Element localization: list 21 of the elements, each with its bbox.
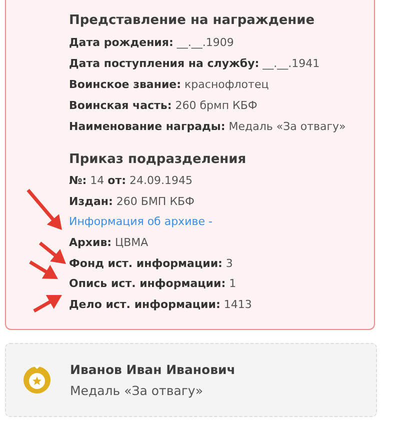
info-line: Воинское звание: краснофлотец <box>69 77 270 93</box>
section-heading: Представление на награждение <box>69 12 316 30</box>
annotation-arrow <box>38 242 66 264</box>
info-line: Издан: 260 БМП КБФ <box>69 194 196 210</box>
annotation-arrow <box>33 295 62 313</box>
annotation-arrow <box>29 260 58 279</box>
award-name: Медаль «За отвагу» <box>70 383 204 398</box>
archive-info-link[interactable]: Информация об архиве - <box>69 215 212 228</box>
info-line: Фонд ист. информации: 3 <box>69 256 234 272</box>
info-line: Дело ист. информации: 1413 <box>69 297 253 314</box>
section-heading: Приказ подразделения <box>69 151 248 169</box>
info-line: Наименование награды: Медаль «За отвагу» <box>69 119 347 135</box>
info-line: Дата рождения: __.__.1909 <box>69 35 235 51</box>
annotation-arrow <box>26 188 62 230</box>
info-line: Архив: ЦВМА <box>69 235 150 252</box>
info-line: Дата поступления на службу: __.__.1941 <box>69 56 321 72</box>
info-line: Воинская часть: 260 брмп КБФ <box>69 98 258 114</box>
info-line: Опись ист. информации: 1 <box>69 276 238 292</box>
info-line: №: 14 от: 24.09.1945 <box>69 173 194 189</box>
person-name: Иванов Иван Иванович <box>70 362 236 377</box>
medal-icon <box>22 365 52 395</box>
